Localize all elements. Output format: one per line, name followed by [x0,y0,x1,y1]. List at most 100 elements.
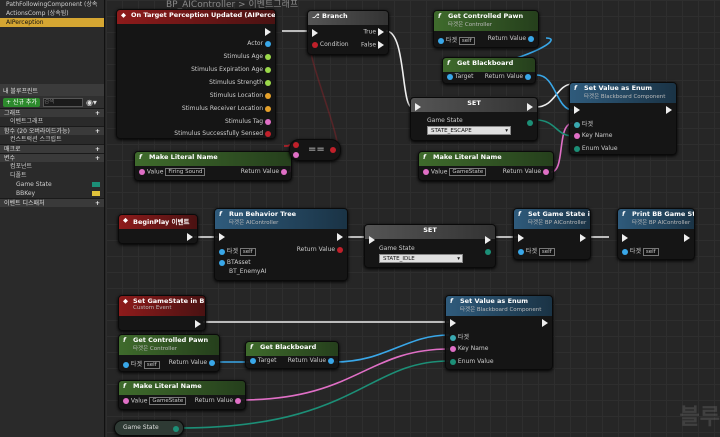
pin-game-state[interactable] [173,426,179,432]
pin-stimulus-expiration-age[interactable]: Stimulus Expiration Age [191,66,271,73]
value-field[interactable]: GameState [449,168,487,176]
pin-true[interactable]: True [363,28,384,36]
item-construction-script[interactable]: 컨스트럭션 스크립트 [0,135,104,144]
value-field[interactable]: Firing Sound [165,168,206,176]
pin-target[interactable]: 타겟 self [219,246,256,256]
game-state-out-pin[interactable] [485,249,491,255]
node-get-controlled-pawn[interactable]: f Get Controlled Pawn 타겟은 Controller 타겟 se… [118,334,220,372]
node-begin-play-event[interactable]: ◆ BeginPlay 이벤트 [118,214,198,244]
node-on-target-perception-updated[interactable]: ◆On Target Perception Updated (AIPercept… [116,9,276,139]
value-field[interactable]: GameState [149,397,187,405]
pin-game-state[interactable]: STATE_IDLE [379,254,463,263]
exec-out-pin[interactable] [337,233,343,241]
exec-in-pin[interactable] [450,319,456,327]
node-set-value-as-enum[interactable]: f Set Value as Enum 타겟은 Blackboard Compone… [445,295,553,370]
pin-false[interactable]: False [361,41,384,49]
pin-target[interactable]: 타겟 self [123,359,160,369]
exec-out-pin[interactable] [195,320,201,328]
node-custom-event[interactable]: ◆ Set GameState in BB Custom Event [118,295,206,331]
exec-in-pin[interactable] [415,103,421,111]
section-variables[interactable]: 변수 + [0,153,104,162]
pin-target[interactable]: Target [447,73,473,80]
pin-stimulus-receiver-location[interactable]: Stimulus Receiver Location [182,105,271,112]
pin-b[interactable] [293,152,299,158]
component-ai-perception[interactable]: AIPerception [0,18,104,27]
node-run-behavior-tree[interactable]: f Run Behavior Tree 타겟은 AIController 타겟 se… [214,208,348,281]
section-graph[interactable]: 그래프 + [0,108,104,117]
game-state-dropdown[interactable]: STATE_IDLE [379,254,463,263]
section-event-dispatchers[interactable]: 이벤트 디스패처 + [0,198,104,207]
item-defaults[interactable]: 디폴트 [0,171,104,180]
pin-value[interactable]: Value Firing Sound [139,168,206,176]
section-functions[interactable]: 함수 (20 오버라이드가능) + [0,126,104,135]
pin-a[interactable] [293,142,299,148]
node-game-state-getter[interactable]: Game State [114,420,184,436]
node-get-blackboard[interactable]: f Get Blackboard Target Return Value [245,341,339,369]
exec-out-pin[interactable] [684,234,690,242]
pin-condition[interactable]: Condition [312,41,349,48]
pin-target[interactable]: 타겟 self [622,246,659,256]
pin-stimulus-age[interactable]: Stimulus Age [223,53,271,60]
node-make-literal-name[interactable]: f Make Literal Name Value GameState Retur… [118,380,246,410]
exec-in-pin[interactable] [518,234,524,242]
exec-out-pin[interactable] [580,234,586,242]
item-components[interactable]: 컴포넌트 [0,162,104,171]
component-actions-comp[interactable]: ActionsComp (상속됨) [0,9,104,18]
pin-target[interactable]: 타겟 [574,119,593,128]
pin-stimulus-location[interactable]: Stimulus Location [210,92,271,99]
exec-in-pin[interactable] [369,236,375,244]
exec-out-pin[interactable] [187,233,193,241]
node-set-value-as-enum[interactable]: f Set Value as Enum 타겟은 Blackboard Compone… [569,82,677,155]
node-get-controlled-pawn[interactable]: f Get Controlled Pawn 타겟은 Controller 타겟 se… [433,10,539,48]
pin-game-state[interactable]: STATE_ESCAPE [427,126,511,135]
pin-return-value[interactable]: Return Value [195,397,241,404]
pin-target[interactable]: 타겟 self [518,246,555,256]
exec-out-pin[interactable] [666,106,672,114]
pin-bt-asset[interactable]: BTAsset [219,259,251,266]
exec-out-pin[interactable] [485,236,491,244]
component-path-following[interactable]: PathFollowingComponent (상속 [0,0,104,9]
pin-value[interactable]: Value GameState [123,397,187,405]
pin-actor[interactable]: Actor [247,40,271,47]
pin-value[interactable]: Value GameState [423,168,487,176]
pin-target[interactable]: 타겟 [450,332,469,341]
add-dispatcher-icon[interactable]: + [95,199,100,208]
event-graph-canvas[interactable]: BP_AIController > 이벤트그래프 ◆On Target Per [106,0,720,437]
exec-out-pin[interactable] [542,319,548,327]
exec-in-pin[interactable] [312,29,318,37]
bt-asset-value[interactable]: BT_EnemyAI [229,268,266,275]
node-branch[interactable]: ⎇ Branch Condition True False [307,10,389,55]
pin-return-value[interactable]: Return Value [288,357,334,364]
search-input[interactable] [42,97,83,107]
node-set-game-state[interactable]: SET Game State STATE_ESCAPE [410,97,538,141]
exec-in-pin[interactable] [574,106,580,114]
variable-game-state[interactable]: Game State [0,180,104,189]
add-new-button[interactable]: + 신규 추가 [3,97,40,107]
my-blueprint-tab[interactable]: 내 블루프린트 [0,84,104,96]
section-macros[interactable]: 매크로 + [0,144,104,153]
exec-out-pin[interactable] [265,28,271,36]
pin-return-value[interactable]: Return Value [297,246,343,253]
exec-in-pin[interactable] [219,233,225,241]
variable-bbkey[interactable]: BBKey [0,189,104,198]
node-get-blackboard[interactable]: f Get Blackboard Target Return Value [442,57,536,84]
node-make-literal-name[interactable]: f Make Literal Name Value Firing Sound Re… [134,151,292,181]
game-state-dropdown[interactable]: STATE_ESCAPE [427,126,511,135]
pin-return-value[interactable]: Return Value [488,35,534,42]
pin-target[interactable]: 타겟 self [438,35,475,45]
node-set-game-state[interactable]: SET Game State STATE_IDLE [364,224,496,268]
item-event-graph[interactable]: 이벤트그래프 [0,117,104,126]
pin-enum-value[interactable]: Enum Value [574,145,618,152]
pin-return-value[interactable]: Return Value [503,168,549,175]
pin-result[interactable] [330,147,336,153]
view-options-icon[interactable]: ◉▾ [86,98,97,107]
pin-return-value[interactable]: Return Value [485,73,531,80]
exec-out-pin[interactable] [527,103,533,111]
pin-enum-value[interactable]: Enum Value [450,358,494,365]
pin-key-name[interactable]: Key Name [450,345,488,352]
pin-stimulus-successfully-sensed[interactable]: Stimulus Successfully Sensed [174,130,271,137]
pin-key-name[interactable]: Key Name [574,132,612,139]
pin-return-value[interactable]: Return Value [241,168,287,175]
pin-stimulus-tag[interactable]: Stimulus Tag [225,118,271,125]
node-set-game-state-in-bb[interactable]: fSet Game State in BB타겟은 BP AIController… [513,208,591,260]
